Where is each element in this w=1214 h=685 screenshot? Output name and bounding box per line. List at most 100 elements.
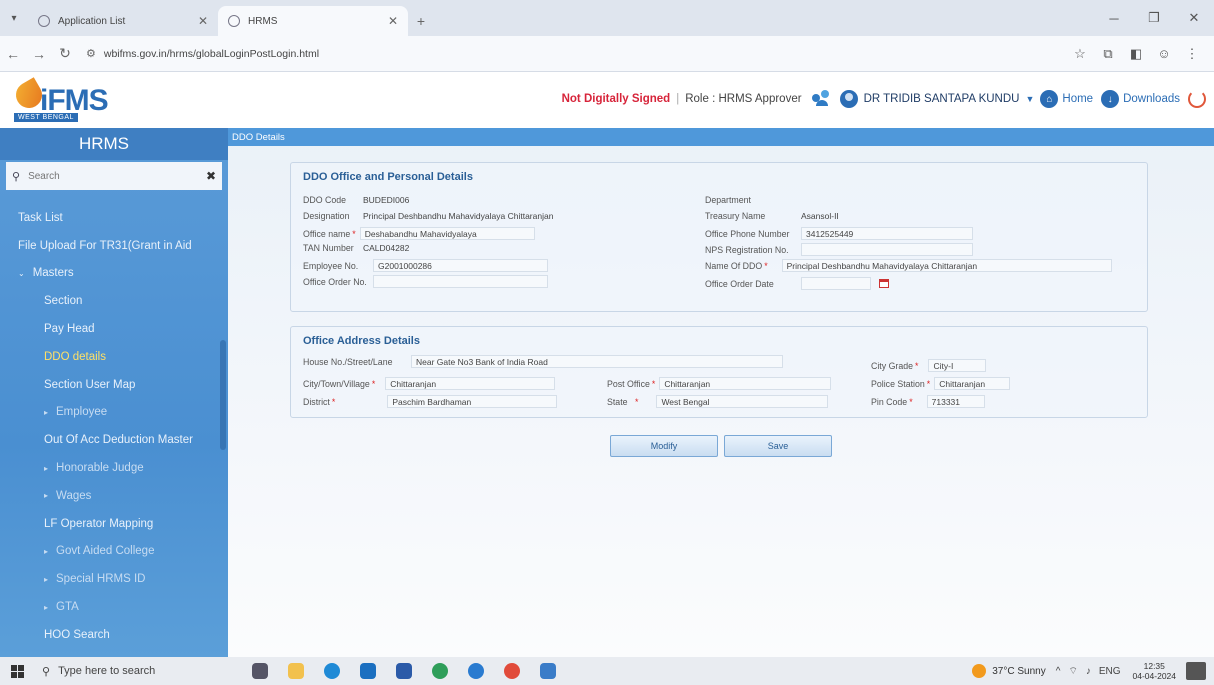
home-icon[interactable]: ⌂ <box>1040 90 1059 108</box>
office-name-field[interactable]: Deshabandhu Mahavidyalaya <box>359 227 535 240</box>
city-grade-field[interactable]: City-I <box>928 359 987 372</box>
user-dropdown-icon[interactable]: ▼ <box>1025 94 1034 104</box>
sidepanel-icon[interactable]: ◧ <box>1122 46 1150 62</box>
sidebar-item-file-upload-for-tr31-grant-in-aid[interactable]: File Upload For TR31(Grant in Aid <box>0 232 228 260</box>
url-field[interactable]: ⚙ wbifms.gov.in/hrms/globalLoginPostLogi… <box>84 41 1066 67</box>
sidebar-item-section[interactable]: Section <box>0 287 228 315</box>
close-tab-icon[interactable]: ✕ <box>388 14 398 28</box>
tray-expand-icon[interactable]: ^ <box>1056 666 1061 677</box>
nps-field[interactable] <box>801 243 973 256</box>
sidebar-item-honorable-judge[interactable]: ▸ Honorable Judge <box>0 454 228 482</box>
office-order-date-field[interactable] <box>801 277 871 290</box>
switch-role-icon[interactable] <box>811 90 832 108</box>
police-station-row: Police Station * Chittaranjan <box>871 377 1011 390</box>
save-button[interactable]: Save <box>724 435 832 457</box>
chrome-icon[interactable] <box>494 657 530 685</box>
bookmark-star-icon[interactable]: ☆ <box>1066 46 1094 62</box>
maximize-icon[interactable]: ❐ <box>1134 10 1174 26</box>
sidebar-item-label: Special HRMS ID <box>56 573 146 586</box>
new-tab-button[interactable]: + <box>408 6 434 36</box>
clear-search-icon[interactable]: ✖ <box>206 169 216 183</box>
office-order-no-field[interactable] <box>373 275 548 288</box>
house-field[interactable]: Near Gate No3 Bank of India Road <box>411 355 783 368</box>
whatsapp-icon[interactable] <box>458 657 494 685</box>
logout-power-icon[interactable] <box>1188 90 1206 108</box>
sidebar-item-section-user-map[interactable]: Section User Map <box>0 371 228 399</box>
state-field[interactable]: West Bengal <box>656 395 829 408</box>
district-field[interactable]: Paschim Bardhaman <box>387 395 558 408</box>
sidebar-item-pay-head[interactable]: Pay Head <box>0 315 228 343</box>
sidebar-item-task-list[interactable]: Task List <box>0 204 228 232</box>
browser-tab-application-list[interactable]: Application List ✕ <box>28 6 218 36</box>
tan-value: CALD04282 <box>363 243 410 253</box>
bullet-icon: ▸ <box>44 574 49 584</box>
sidebar-item-lf-operator-mapping[interactable]: LF Operator Mapping <box>0 510 228 538</box>
downloads-link[interactable]: Downloads <box>1123 93 1180 105</box>
sidebar-item-wages[interactable]: ▸ Wages <box>0 482 228 510</box>
forward-icon[interactable]: → <box>26 46 52 62</box>
personal-panel-title: DDO Office and Personal Details <box>303 171 473 183</box>
office-name-label: Office name <box>303 228 351 239</box>
sidebar-search-input[interactable] <box>28 170 206 182</box>
app-icon[interactable] <box>530 657 566 685</box>
tab-search-chevron-icon[interactable]: ▾ <box>0 0 28 36</box>
city-field[interactable]: Chittaranjan <box>385 377 556 390</box>
sidebar-item-ddo-details[interactable]: DDO details <box>0 343 228 371</box>
bullet-icon: ▸ <box>44 546 49 556</box>
sidebar-item-hoo-search[interactable]: HOO Search <box>0 621 228 649</box>
minimize-icon[interactable]: ─ <box>1094 11 1134 26</box>
sidebar-item-employee[interactable]: ▸ Employee <box>0 399 228 427</box>
sidebar-item-label: Out Of Acc Deduction Master <box>44 434 193 447</box>
sidebar-item-masters[interactable]: ⌄ Masters <box>0 260 228 288</box>
reload-icon[interactable]: ↻ <box>52 45 78 62</box>
pin-code-row: Pin Code * 713331 <box>871 395 985 408</box>
employee-no-field[interactable]: G2001000286 <box>373 259 548 272</box>
modify-button[interactable]: Modify <box>610 435 718 457</box>
calendar-icon[interactable] <box>879 279 889 288</box>
taskbar-search[interactable]: ⚲ Type here to search <box>34 657 224 685</box>
sidebar-scrollbar[interactable] <box>220 340 226 450</box>
mail-icon[interactable] <box>350 657 386 685</box>
profile-icon[interactable]: ☺ <box>1150 46 1178 61</box>
back-icon[interactable]: ← <box>0 46 26 62</box>
post-office-row: Post Office * Chittaranjan <box>607 377 832 390</box>
ddo-personal-panel: DDO Office and Personal Details DDO Code… <box>290 162 1148 312</box>
sidebar-item-govt-aided-college[interactable]: ▸ Govt Aided College <box>0 538 228 566</box>
network-icon[interactable]: ⌔ <box>1068 665 1077 678</box>
download-icon[interactable]: ↓ <box>1101 90 1120 108</box>
file-explorer-icon[interactable] <box>278 657 314 685</box>
sidebar-item-gta[interactable]: ▸ GTA <box>0 593 228 621</box>
extensions-icon[interactable]: ⧉ <box>1094 46 1122 62</box>
globe-icon <box>38 15 50 27</box>
lang-label[interactable]: ENG <box>1099 666 1121 677</box>
police-station-field[interactable]: Chittaranjan <box>934 377 1011 390</box>
sidebar-item-label: Employee <box>56 406 108 419</box>
sidebar-item-special-hrms-id[interactable]: ▸ Special HRMS ID <box>0 565 228 593</box>
close-tab-icon[interactable]: ✕ <box>198 14 208 28</box>
volume-icon[interactable]: ♪ <box>1086 666 1091 677</box>
name-of-ddo-field[interactable]: Principal Deshbandhu Mahavidyalaya Chitt… <box>781 259 1112 272</box>
close-window-icon[interactable]: ✕ <box>1174 10 1214 26</box>
home-link[interactable]: Home <box>1062 93 1093 105</box>
browser-menu-icon[interactable]: ⋮ <box>1178 46 1206 62</box>
edge-icon[interactable] <box>314 657 350 685</box>
bullet-icon: ▸ <box>44 463 49 473</box>
office-phone-field[interactable]: 3412525449 <box>801 227 973 240</box>
notification-icon[interactable] <box>1186 662 1206 680</box>
media-icon[interactable] <box>422 657 458 685</box>
weather-text[interactable]: 37°C Sunny <box>992 666 1045 677</box>
site-info-icon[interactable]: ⚙ <box>86 47 96 60</box>
pin-code-field[interactable]: 713331 <box>926 395 985 408</box>
meet-icon[interactable] <box>386 657 422 685</box>
browser-tab-hrms[interactable]: HRMS ✕ <box>218 6 408 36</box>
post-office-field[interactable]: Chittaranjan <box>659 377 832 390</box>
office-order-date-row: Office Order Date <box>705 277 889 290</box>
user-name[interactable]: DR TRIDIB SANTAPA KUNDU <box>864 93 1020 105</box>
ifms-logo[interactable]: iFMS WEST BENGAL <box>10 77 118 124</box>
sidebar-item-label: Masters <box>32 267 74 280</box>
sidebar-item-out-of-acc-deduction-master[interactable]: Out Of Acc Deduction Master <box>0 426 228 454</box>
tab-title: HRMS <box>248 15 278 27</box>
task-view-icon[interactable] <box>242 657 278 685</box>
clock[interactable]: 12:35 04-04-2024 <box>1133 661 1176 681</box>
windows-start-icon[interactable] <box>0 664 34 678</box>
